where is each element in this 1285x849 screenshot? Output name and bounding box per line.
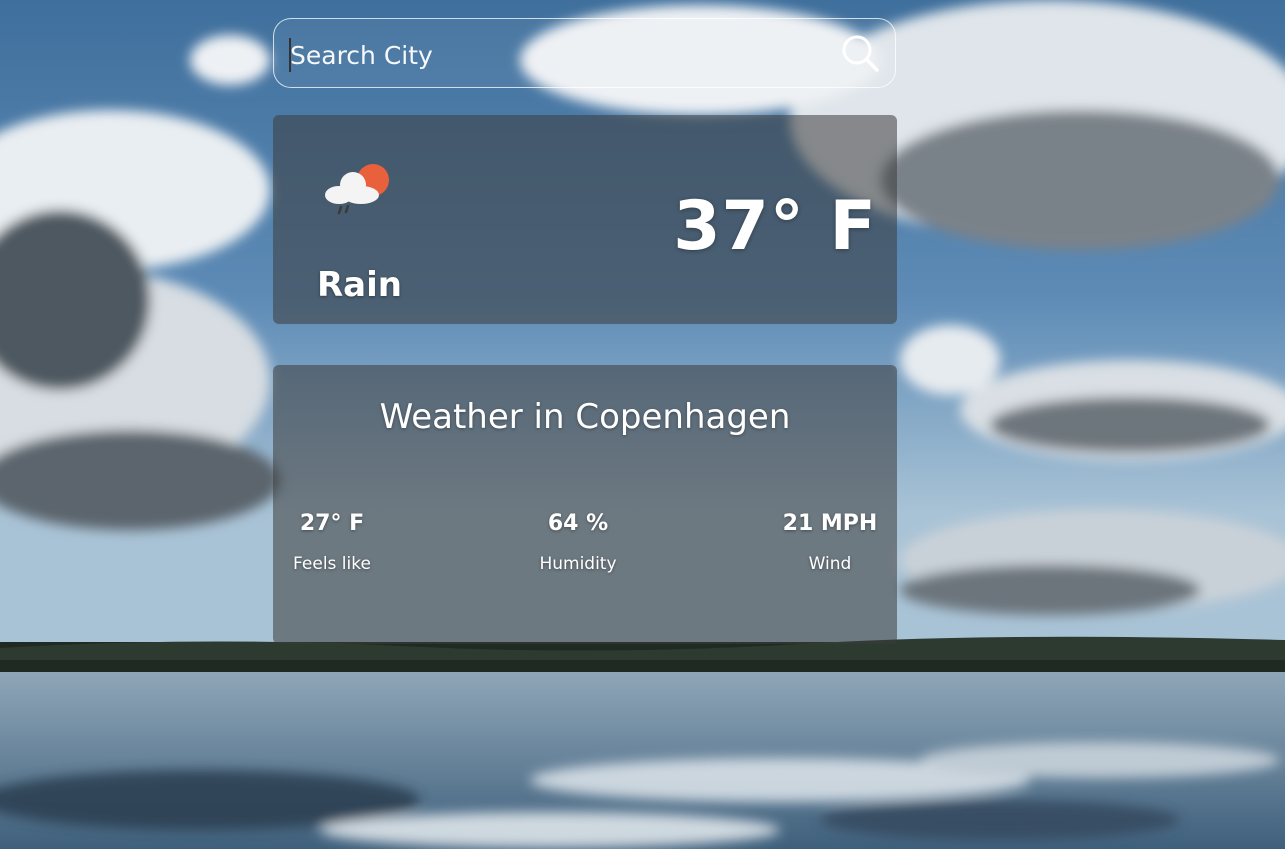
humidity-stat: 64 % Humidity <box>513 511 643 574</box>
wind-label: Wind <box>808 554 852 574</box>
feels-like-value: 27° F <box>299 511 365 536</box>
humidity-label: Humidity <box>539 554 617 574</box>
feels-like-stat: 27° F Feels like <box>267 511 397 574</box>
wind-stat: 21 MPH Wind <box>765 511 895 574</box>
weather-condition: Rain <box>317 265 402 305</box>
search-button[interactable] <box>839 32 883 76</box>
text-caret <box>289 38 291 72</box>
current-temperature: 37° F <box>673 187 877 266</box>
search-bar <box>273 18 896 88</box>
current-weather-card: Rain 37° F <box>273 115 897 324</box>
search-input[interactable] <box>288 31 832 79</box>
wind-value: 21 MPH <box>782 511 878 536</box>
search-icon <box>842 35 879 72</box>
rain-cloud-sun-icon <box>325 164 389 215</box>
humidity-value: 64 % <box>547 511 609 536</box>
city-title: Weather in Copenhagen <box>379 397 791 437</box>
weather-details-card: Weather in Copenhagen 27° F Feels like 6… <box>273 365 897 644</box>
feels-like-label: Feels like <box>293 554 371 574</box>
